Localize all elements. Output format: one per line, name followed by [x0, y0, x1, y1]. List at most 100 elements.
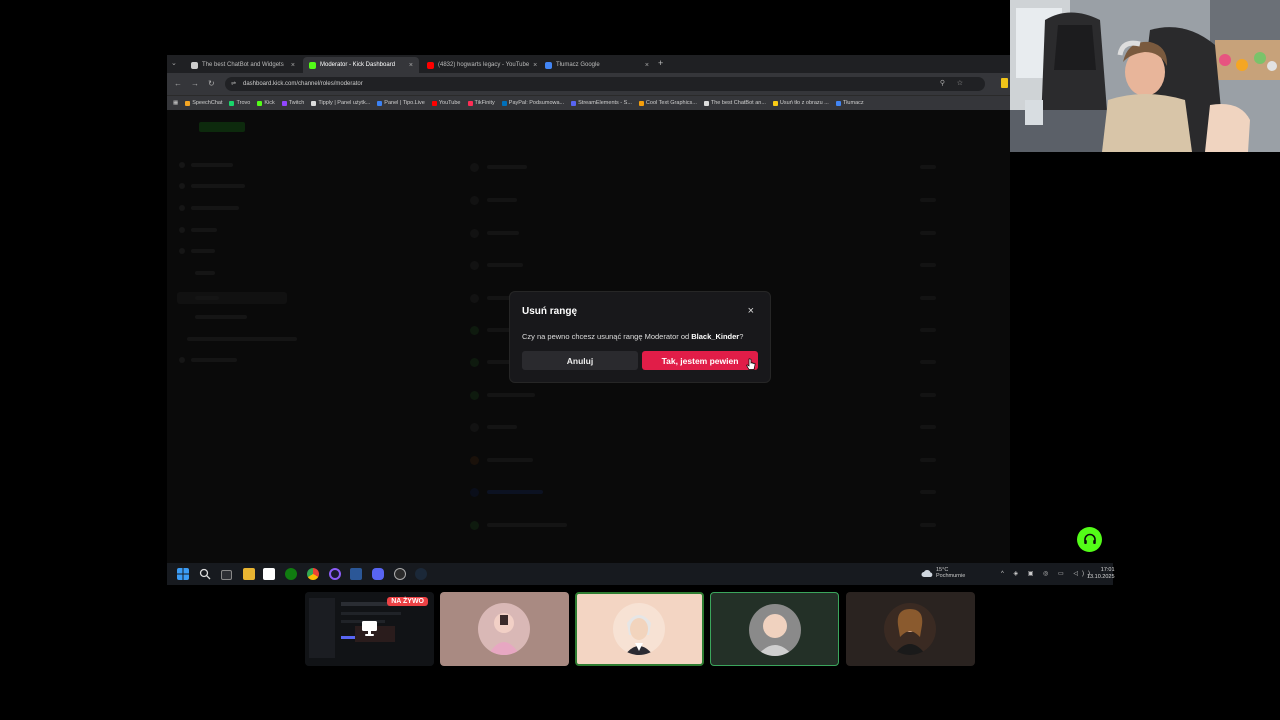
message-suffix: ?: [739, 332, 744, 341]
participant-tile[interactable]: [710, 592, 839, 666]
url-input[interactable]: ⇌ dashboard.kick.com/channel/roles/moder…: [225, 77, 985, 91]
list-item: [470, 258, 940, 272]
support-chat-button[interactable]: [1077, 527, 1102, 552]
tab-close-icon[interactable]: ×: [533, 62, 537, 69]
sidebar-item: [179, 227, 217, 233]
search-icon[interactable]: [199, 568, 211, 580]
close-icon[interactable]: ×: [748, 305, 754, 317]
tab-search-icon[interactable]: ⌄: [171, 59, 177, 67]
bookmark-star-icon[interactable]: ☆: [957, 77, 963, 91]
bookmark-item[interactable]: Cool Text Graphics...: [638, 100, 697, 106]
kick-favicon-icon: [309, 61, 316, 69]
bookmark-item[interactable]: YouTube: [431, 100, 461, 106]
forward-arrow-icon[interactable]: →: [191, 79, 199, 88]
confirm-remove-button[interactable]: Tak, jestem pewien: [642, 351, 758, 370]
clock[interactable]: 17:01 13.10.2025: [1087, 567, 1115, 581]
tab-favicon-icon: [191, 61, 198, 69]
obs-icon[interactable]: [329, 568, 341, 580]
app-icon[interactable]: [263, 568, 275, 580]
bookmarks-bar: ▦ SpeechChat Trovo Kick Twitch Tipply | …: [167, 95, 1010, 110]
apps-grid-icon[interactable]: ▦: [173, 100, 178, 106]
address-bar-row: ← → ↻ ⇌ dashboard.kick.com/channel/roles…: [167, 73, 1010, 95]
sidebar-item-selected: [177, 292, 287, 304]
site-info-icon[interactable]: ⇌: [231, 77, 236, 91]
tab-label: Tłumacz Google: [556, 62, 600, 68]
app-icon[interactable]: [394, 568, 406, 580]
tab-close-icon[interactable]: ×: [645, 62, 649, 69]
participant-tile-speaking[interactable]: [575, 592, 704, 666]
cancel-button[interactable]: Anuluj: [522, 351, 638, 370]
reload-icon[interactable]: ↻: [208, 79, 215, 88]
tab-label: The best ChatBot and Widgets: [202, 62, 284, 68]
hand-cursor-icon: [746, 358, 756, 370]
file-explorer-icon[interactable]: [243, 568, 255, 580]
app-icon[interactable]: [350, 568, 362, 580]
back-arrow-icon[interactable]: ←: [174, 79, 182, 88]
system-tray[interactable]: ^ ◈ ▣ ◎ ▭ ◁)): [1001, 570, 1094, 577]
live-badge: NA ŻYWO: [387, 597, 428, 606]
bookmark-item[interactable]: Tłumacz: [835, 100, 864, 106]
avatar: [613, 603, 665, 655]
avatar: [478, 603, 530, 655]
translate-favicon-icon: [545, 61, 552, 69]
headset-icon: [1083, 533, 1096, 544]
avatar: [884, 603, 936, 655]
extension-icon[interactable]: [1001, 78, 1008, 88]
webcam-feed-image: [1010, 0, 1280, 152]
bookmark-item[interactable]: PayPal: Podsumowa...: [501, 100, 564, 106]
list-item: [470, 420, 940, 434]
remove-role-dialog: Usuń rangę × Czy na pewno chcesz usunąć …: [509, 291, 771, 383]
weather-desc: Pochmurnie: [936, 573, 966, 579]
tab-chatbot[interactable]: The best ChatBot and Widgets ×: [185, 57, 301, 73]
windows-start-icon[interactable]: [177, 568, 189, 580]
chrome-icon[interactable]: [307, 568, 319, 580]
message-prefix: Czy na pewno chcesz usunąć rangę Moderat…: [522, 332, 692, 341]
sidebar-item: [187, 336, 297, 342]
dashboard-sidebar: [167, 110, 317, 563]
target-username: Black_Kinder: [691, 332, 740, 341]
list-item: [470, 453, 940, 467]
tab-kick-dashboard[interactable]: Moderator - Kick Dashboard ×: [303, 57, 419, 73]
sidebar-item: [179, 357, 237, 363]
weather-widget[interactable]: 15°C Pochmurnie: [936, 567, 965, 579]
tab-strip: ⌄ The best ChatBot and Widgets × Moderat…: [167, 55, 1010, 73]
list-item: [470, 388, 940, 402]
weather-cloud-icon: [921, 570, 933, 577]
list-item: [470, 226, 940, 240]
sidebar-item: [179, 183, 245, 189]
steam-icon[interactable]: [415, 568, 427, 580]
bookmark-item[interactable]: Twitch: [281, 100, 304, 106]
url-text: dashboard.kick.com/channel/roles/moderat…: [243, 81, 363, 87]
tab-label: (4832) hogwarts legacy - YouTube: [438, 62, 530, 68]
sidebar-item: [195, 314, 247, 320]
bookmark-item[interactable]: Tipply | Panel użytk...: [311, 100, 370, 106]
clock-time: 17:01: [1100, 567, 1115, 573]
webcam-overlay: [1010, 0, 1280, 152]
screen-share-tile[interactable]: NA ŻYWO: [305, 592, 434, 666]
tab-google-translate[interactable]: Tłumacz Google ×: [539, 57, 655, 73]
participant-tile[interactable]: [440, 592, 569, 666]
bookmark-item[interactable]: SpeechChat: [185, 100, 222, 106]
bookmark-item[interactable]: Kick: [257, 100, 275, 106]
dialog-message: Czy na pewno chcesz usunąć rangę Moderat…: [522, 332, 743, 341]
bookmark-item[interactable]: Trovo: [229, 100, 250, 106]
tab-close-icon[interactable]: ×: [409, 62, 413, 69]
new-tab-button[interactable]: +: [658, 58, 663, 68]
bookmark-item[interactable]: Panel | Tipo.Live: [377, 100, 425, 106]
list-item: [470, 193, 940, 207]
discord-icon[interactable]: [372, 568, 384, 580]
task-view-icon[interactable]: [221, 570, 232, 580]
list-item: [470, 160, 940, 174]
bookmark-item[interactable]: TikFinity: [467, 100, 495, 106]
list-item: [470, 518, 940, 532]
bookmark-item[interactable]: Usuń tło z obrazu ...: [772, 100, 829, 106]
zoom-icon[interactable]: ⚲: [940, 77, 945, 91]
bookmark-item[interactable]: The best ChatBot an...: [703, 100, 766, 106]
xbox-icon[interactable]: [285, 568, 297, 580]
tab-close-icon[interactable]: ×: [291, 62, 295, 69]
bookmark-item[interactable]: StreamElements - S...: [571, 100, 632, 106]
tab-label: Moderator - Kick Dashboard: [320, 62, 396, 68]
sidebar-item: [179, 162, 233, 168]
participant-tile[interactable]: [846, 592, 975, 666]
tab-youtube[interactable]: (4832) hogwarts legacy - YouTube ×: [421, 57, 537, 73]
